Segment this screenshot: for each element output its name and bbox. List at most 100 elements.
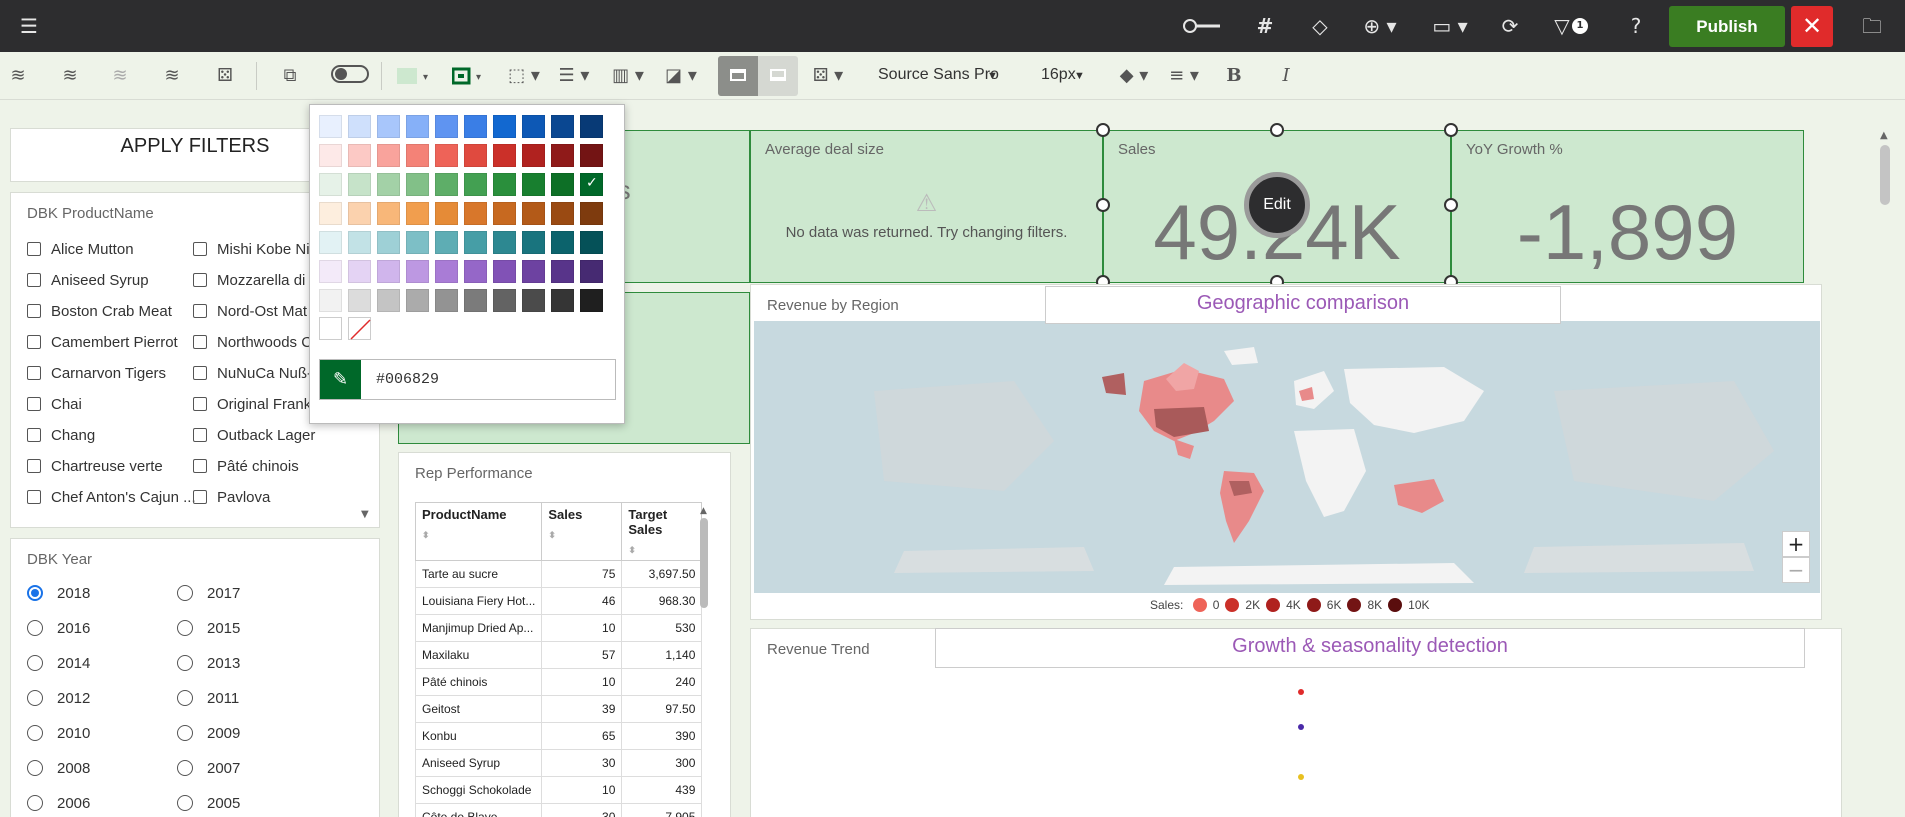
color-swatch[interactable]	[435, 231, 458, 254]
product-checkbox[interactable]: Alice Mutton	[27, 241, 134, 258]
color-swatch[interactable]	[464, 115, 487, 138]
color-swatch[interactable]	[377, 260, 400, 283]
scroll-down-arrow-icon[interactable]: ▼	[361, 509, 369, 520]
color-swatch[interactable]	[406, 115, 429, 138]
year-radio[interactable]: 2006	[27, 795, 90, 812]
legend-item[interactable]: 2K	[1219, 598, 1260, 612]
color-swatch[interactable]	[493, 173, 516, 196]
color-swatch[interactable]	[522, 144, 545, 167]
color-swatch[interactable]	[464, 260, 487, 283]
zoom-in-button[interactable]: +	[1782, 531, 1810, 557]
product-checkbox[interactable]: Pavlova	[193, 489, 353, 506]
table-row[interactable]: Maxilaku 57 1,140	[414, 641, 703, 669]
color-swatch[interactable]	[551, 289, 574, 312]
color-swatch[interactable]	[435, 202, 458, 225]
help-icon[interactable]: ?	[1624, 14, 1648, 38]
page-menu-icon[interactable]: ▭ ▾	[1430, 14, 1470, 38]
resize-handle[interactable]	[1096, 198, 1110, 212]
table-row[interactable]: Tarte au sucre 75 3,697.50	[414, 560, 703, 588]
color-swatch[interactable]	[580, 202, 603, 225]
border-color-icon[interactable]: ▾	[451, 64, 488, 88]
hashtag-icon[interactable]: #	[1253, 14, 1277, 38]
year-radio[interactable]: 2016	[27, 620, 90, 637]
color-swatch[interactable]	[551, 173, 574, 196]
resize-handle[interactable]	[1270, 123, 1284, 137]
resize-handle[interactable]	[1096, 123, 1110, 137]
table-row[interactable]: Côte de Blaye 30 7,905	[414, 803, 703, 817]
year-radio[interactable]: 2007	[177, 760, 240, 777]
color-swatch[interactable]	[493, 144, 516, 167]
zoom-out-button[interactable]: −	[1782, 557, 1810, 583]
white-swatch[interactable]	[319, 317, 342, 340]
filter-icon[interactable]: ▽	[1550, 14, 1574, 38]
font-family-dropdown-icon[interactable]: ▼	[987, 70, 998, 82]
product-checkbox[interactable]: Outback Lager	[193, 427, 353, 444]
product-checkbox[interactable]: Camembert Pierrot	[27, 334, 178, 351]
layers-icon[interactable]: ≋	[6, 64, 30, 88]
table-row[interactable]: Pâté chinois 10 240	[414, 668, 703, 696]
table-row[interactable]: Schoggi Schokolade 10 439	[414, 776, 703, 804]
open-folder-icon[interactable]: 🗀	[1860, 14, 1884, 38]
color-swatch[interactable]	[348, 202, 371, 225]
year-radio[interactable]: 2013	[177, 655, 240, 672]
color-swatch[interactable]	[522, 289, 545, 312]
eyedropper-icon[interactable]: ✎	[320, 360, 361, 399]
color-swatch[interactable]	[319, 144, 342, 167]
font-size-select[interactable]: 16px	[1041, 66, 1076, 84]
color-swatch[interactable]	[319, 115, 342, 138]
color-swatch[interactable]	[406, 144, 429, 167]
color-swatch[interactable]	[522, 231, 545, 254]
color-swatch[interactable]	[551, 231, 574, 254]
publish-button[interactable]: Publish	[1669, 6, 1785, 47]
product-checkbox[interactable]: Boston Crab Meat	[27, 303, 172, 320]
color-swatch[interactable]	[551, 260, 574, 283]
color-swatch[interactable]	[580, 144, 603, 167]
resize-handle[interactable]	[1444, 198, 1458, 212]
color-swatch[interactable]	[406, 289, 429, 312]
no-color-swatch[interactable]	[348, 317, 371, 340]
color-swatch[interactable]	[435, 115, 458, 138]
arrange-menu-icon[interactable]: ⚄	[210, 64, 240, 88]
column-header[interactable]: Target Sales ⬍	[621, 502, 703, 561]
color-swatch[interactable]	[493, 289, 516, 312]
close-button[interactable]: ✕	[1791, 6, 1833, 47]
color-swatch[interactable]	[464, 289, 487, 312]
shadow-icon[interactable]: ◪ ▾	[662, 64, 700, 88]
text-align-icon[interactable]: ≡ ▾	[1166, 64, 1202, 88]
color-swatch[interactable]	[348, 144, 371, 167]
toggle-icon[interactable]	[330, 64, 370, 88]
color-swatch[interactable]	[348, 115, 371, 138]
color-swatch[interactable]	[464, 202, 487, 225]
trend-point[interactable]	[1298, 689, 1304, 695]
color-swatch[interactable]	[319, 173, 342, 196]
legend-item[interactable]: 8K	[1341, 598, 1382, 612]
send-to-back-icon[interactable]: ≋	[160, 64, 184, 88]
color-swatch[interactable]	[348, 231, 371, 254]
color-swatch[interactable]	[464, 144, 487, 167]
year-radio[interactable]: 2005	[177, 795, 240, 812]
table-row[interactable]: Louisiana Fiery Hot... 46 968.30	[414, 587, 703, 615]
year-radio[interactable]: 2018	[27, 585, 90, 602]
resize-handle[interactable]	[1444, 123, 1458, 137]
year-radio[interactable]: 2017	[177, 585, 240, 602]
color-swatch[interactable]	[406, 202, 429, 225]
page-scrollbar[interactable]: ▲	[1880, 130, 1894, 817]
position-icon[interactable]: ⚄ ▾	[810, 64, 846, 88]
product-checkbox[interactable]: Aniseed Syrup	[27, 272, 149, 289]
color-swatch[interactable]	[580, 231, 603, 254]
color-swatch[interactable]	[551, 202, 574, 225]
table-row[interactable]: Geitost 39 97.50	[414, 695, 703, 723]
color-swatch[interactable]	[551, 144, 574, 167]
table-row[interactable]: Konbu 65 390	[414, 722, 703, 750]
color-swatch[interactable]	[406, 231, 429, 254]
add-menu-icon[interactable]: ⊕ ▾	[1360, 14, 1400, 38]
year-radio[interactable]: 2010	[27, 725, 90, 742]
color-swatch[interactable]	[493, 202, 516, 225]
line-weight-icon[interactable]: ☰ ▾	[556, 64, 592, 88]
color-swatch[interactable]	[435, 173, 458, 196]
yoy-growth-card[interactable]: YoY Growth % -1,899	[1451, 130, 1804, 283]
trend-point[interactable]	[1298, 774, 1304, 780]
font-size-dropdown-icon[interactable]: ▼	[1074, 70, 1085, 82]
year-radio[interactable]: 2008	[27, 760, 90, 777]
column-header[interactable]: ProductName ⬍	[414, 502, 543, 561]
